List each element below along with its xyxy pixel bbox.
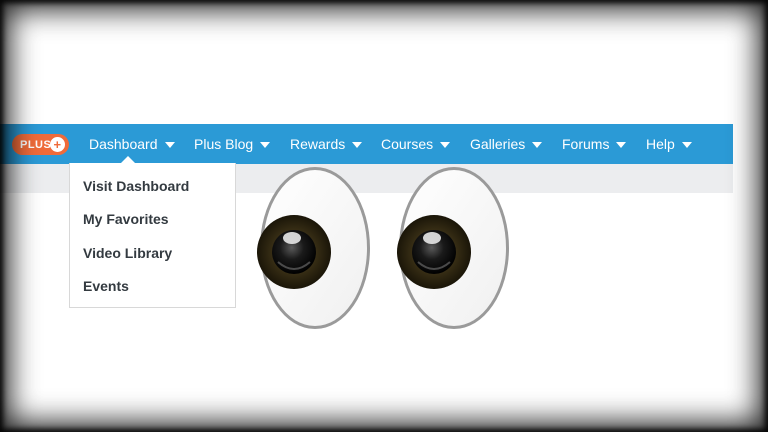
right-eye [397,167,509,329]
eyes-emoji-icon [257,167,509,329]
left-eye [257,167,370,329]
